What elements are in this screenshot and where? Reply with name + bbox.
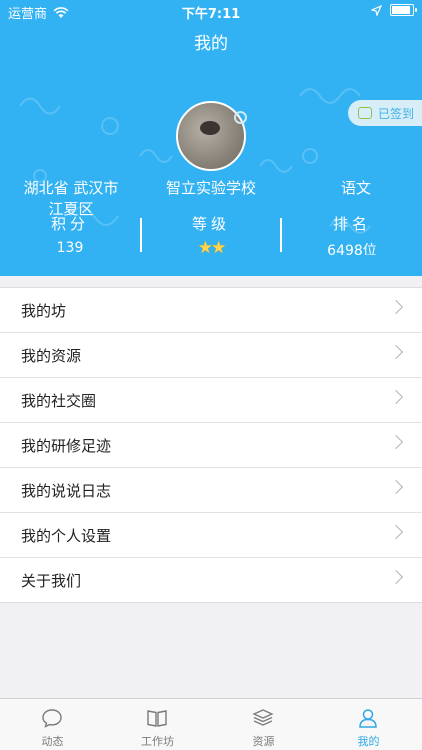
tab-feed[interactable]: 动态 (0, 699, 105, 750)
subject-text: 语文 (340, 179, 371, 197)
menu-item-my-workshop[interactable]: 我的坊 (0, 288, 422, 333)
tab-label: 资源 (252, 735, 275, 748)
menu-item-my-resources[interactable]: 我的资源 (0, 333, 422, 378)
chevron-right-icon (388, 389, 404, 405)
menu-item-label: 我的个人设置 (21, 527, 112, 545)
menu-item-my-settings[interactable]: 我的个人设置 (0, 513, 422, 558)
profile-header: 已签到 湖北省 武汉市 江夏区 智立实验学校 语文 积分 139 等级 ★★ 排… (0, 66, 422, 276)
book-icon (147, 710, 167, 727)
coin-icon (358, 107, 372, 119)
checkin-label: 已签到 (378, 106, 415, 121)
chevron-right-icon (388, 434, 404, 450)
stat-label: 积分 (50, 215, 89, 233)
nav-bar: 我的 (0, 22, 422, 66)
status-ring-icon (234, 111, 247, 124)
chevron-right-icon (388, 524, 404, 540)
page-title: 我的 (194, 34, 228, 54)
location-arrow-icon (371, 4, 382, 16)
menu-item-about-us[interactable]: 关于我们 (0, 558, 422, 602)
wave-divider (0, 255, 422, 270)
chevron-right-icon (388, 569, 404, 585)
menu-item-label: 我的社交圈 (21, 392, 97, 410)
tab-bar: 动态 工作坊 资源 我的 (0, 698, 422, 750)
menu-item-my-study-trail[interactable]: 我的研修足迹 (0, 423, 422, 468)
stack-icon (252, 709, 274, 726)
menu-item-label: 我的说说日志 (21, 482, 112, 500)
menu-item-label: 我的坊 (21, 302, 67, 320)
school-text: 智立实验学校 (165, 179, 256, 197)
menu-item-label: 我的研修足迹 (21, 437, 112, 455)
menu-item-label: 我的资源 (21, 347, 82, 365)
tab-mine[interactable]: 我的 (316, 699, 421, 750)
tab-label: 动态 (41, 735, 64, 748)
profile-menu: 我的坊 我的资源 我的社交圈 我的研修足迹 我的说说日志 我的个人设置 关于我们 (0, 287, 422, 603)
status-bar: 运营商 下午7:11 (0, 0, 422, 22)
chevron-right-icon (388, 344, 404, 360)
status-time: 下午7:11 (181, 7, 241, 22)
stat-divider (280, 218, 282, 252)
tab-workshop[interactable]: 工作坊 (105, 699, 210, 750)
person-icon (359, 709, 377, 728)
chat-bubble-icon (42, 709, 62, 728)
menu-item-my-social[interactable]: 我的社交圈 (0, 378, 422, 423)
stat-value: 139 (56, 240, 84, 256)
chevron-right-icon (388, 479, 404, 495)
stat-rank: 排名 6498位 (282, 213, 422, 260)
tab-label: 我的 (357, 735, 380, 748)
menu-item-my-posts-log[interactable]: 我的说说日志 (0, 468, 422, 513)
tab-resources[interactable]: 资源 (211, 699, 316, 750)
battery-icon (390, 4, 417, 16)
stat-divider (140, 218, 142, 252)
chevron-right-icon (388, 299, 404, 315)
menu-item-label: 关于我们 (21, 572, 82, 590)
stat-label: 排名 (332, 215, 371, 233)
stat-points: 积分 139 (0, 213, 140, 256)
tab-label: 工作坊 (141, 735, 174, 748)
stat-level: 等级 ★★ (141, 213, 281, 258)
checkin-button[interactable]: 已签到 (348, 100, 422, 126)
stat-label: 等级 (191, 215, 230, 233)
